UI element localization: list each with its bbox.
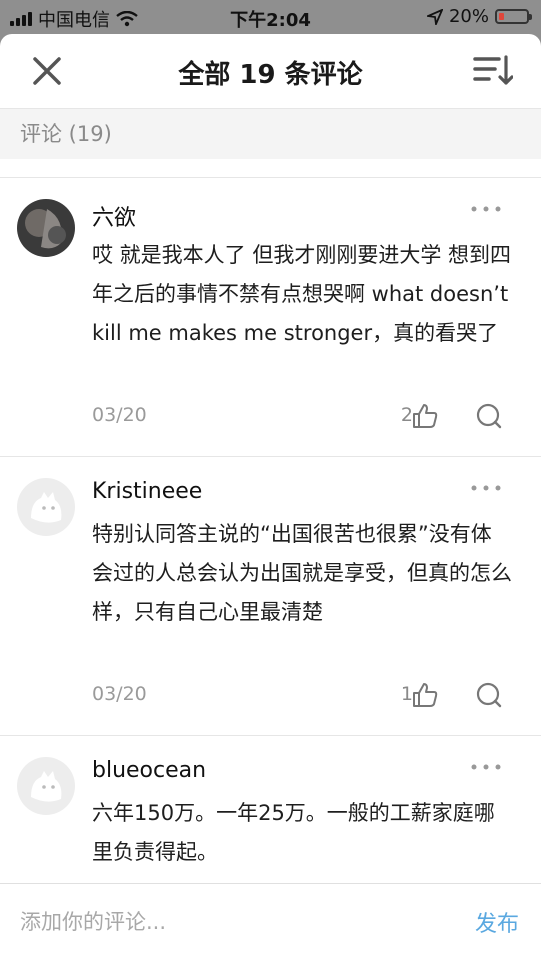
comments-sheet: 全部 19 条评论 评论 (19) 六欲 哎 就是我本人了 但我才刚刚要进大学 … [0, 34, 541, 960]
avatar[interactable] [17, 757, 75, 815]
comment-text: 特别认同答主说的“出国很苦也很累”没有体会过的人总会认为出国就是享受，但真的怎么… [92, 522, 512, 624]
page-title: 全部 19 条评论 [178, 60, 363, 90]
comment-date: 03/20 [92, 683, 147, 705]
location-arrow-icon [426, 8, 443, 25]
comment-author[interactable]: 六欲 [92, 200, 136, 232]
comment-item: 六欲 哎 就是我本人了 但我才刚刚要进大学 想到四年之后的事情不禁有点想哭啊 w… [0, 178, 541, 457]
comment-date: 03/20 [92, 404, 147, 426]
more-icon[interactable] [469, 481, 503, 495]
comment-text: 哎 就是我本人了 但我才刚刚要进大学 想到四年之后的事情不禁有点想哭啊 what… [92, 243, 512, 345]
comment-text: 六年150万。一年25万。一般的工薪家庭哪里负责得起。 [92, 801, 495, 864]
comment-author[interactable]: blueocean [92, 758, 206, 783]
section-label: 评论 (19) [0, 109, 541, 159]
sort-icon[interactable] [473, 54, 513, 88]
comment-author[interactable]: Kristineee [92, 479, 202, 504]
battery-icon [495, 9, 532, 24]
header: 全部 19 条评论 [0, 34, 541, 109]
battery-fill [499, 13, 504, 20]
comment-input[interactable]: 添加你的评论... [20, 906, 166, 936]
avatar[interactable] [17, 199, 75, 257]
comment-item: Kristineee 特别认同答主说的“出国很苦也很累”没有体会过的人总会认为出… [0, 457, 541, 736]
reply-icon[interactable] [475, 681, 503, 709]
more-icon[interactable] [469, 760, 503, 774]
reply-icon[interactable] [475, 402, 503, 430]
avatar[interactable] [17, 478, 75, 536]
thumbs-up-icon[interactable] [411, 402, 439, 430]
more-icon[interactable] [469, 202, 503, 216]
battery-percent: 20% [448, 6, 489, 27]
publish-button[interactable]: 发布 [475, 906, 519, 938]
comment-composer: 添加你的评论... 发布 [0, 883, 541, 960]
thumbs-up-icon[interactable] [411, 681, 439, 709]
status-bar: 中国电信 下午2:04 20% [0, 0, 541, 34]
